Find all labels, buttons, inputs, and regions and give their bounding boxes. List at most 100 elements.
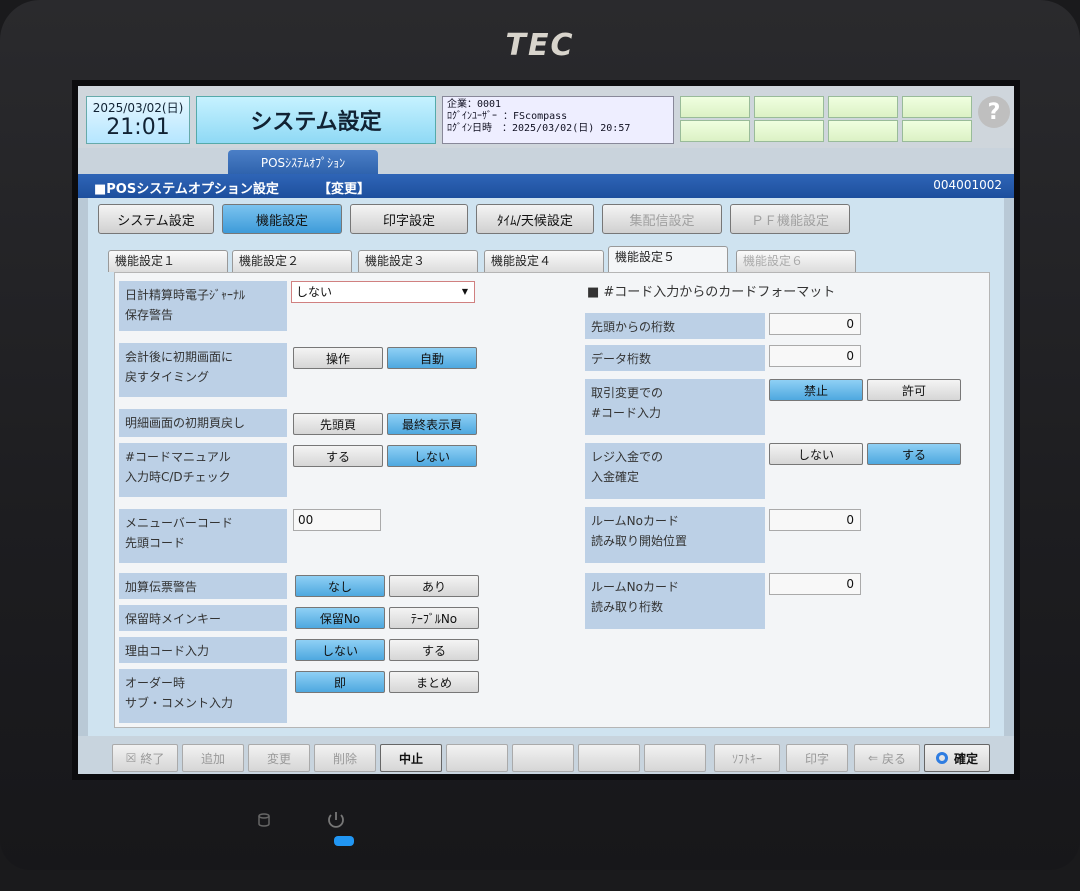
category-buttons: システム設定 機能設定 印字設定 ﾀｲﾑ/天候設定 集配信設定 ＰＦ機能設定 xyxy=(98,204,998,236)
hold-main-key-table-no-option[interactable]: ﾃｰﾌﾞﾙNo xyxy=(389,607,479,629)
print-button[interactable]: 印字 xyxy=(786,744,848,772)
section-title: ■POSシステムオプション設定 xyxy=(94,182,279,197)
order-comment-label: オーダー時 サブ・コメント入力 xyxy=(119,669,287,723)
label-line: ルームNoカード xyxy=(591,580,679,594)
time-weather-setting-button[interactable]: ﾀｲﾑ/天候設定 xyxy=(476,204,594,234)
label-line: 読み取り桁数 xyxy=(591,600,664,614)
tab-band xyxy=(78,148,1014,174)
function-key-bar: ☒ 終了 追加 変更 削除 中止 ｿﾌﾄｷｰ 印字 ⇐ 戻る 確定 xyxy=(78,736,1014,774)
arrow-left-icon: ⇐ xyxy=(867,751,879,765)
power-icon[interactable] xyxy=(328,812,344,828)
change-button[interactable]: 変更 xyxy=(248,744,310,772)
info-login-time: ﾛｸﾞｲﾝ日時 ：2025/03/02(日) 20:57 xyxy=(447,123,631,134)
detail-page-first-option[interactable]: 先頭頁 xyxy=(293,413,383,435)
back-button[interactable]: ⇐ 戻る xyxy=(854,744,920,772)
end-button[interactable]: ☒ 終了 xyxy=(112,744,178,772)
menu-bar-code-label: メニューバーコード 先頭コード xyxy=(119,509,287,563)
card-format-heading: ■ #コード入力からのカードフォーマット xyxy=(587,285,836,300)
info-user: ﾛｸﾞｲﾝﾕｰｻﾞｰ ：FScompass xyxy=(447,111,568,122)
trans-change-allow-option[interactable]: 許可 xyxy=(867,379,961,401)
return-timing-operation-option[interactable]: 操作 xyxy=(293,347,383,369)
blank-key[interactable] xyxy=(446,744,508,772)
delete-button[interactable]: 削除 xyxy=(314,744,376,772)
tab-function-6[interactable]: 機能設定６ xyxy=(736,250,856,272)
function-setting-button[interactable]: 機能設定 xyxy=(222,204,342,234)
blank-key[interactable] xyxy=(512,744,574,772)
order-comment-batch-option[interactable]: まとめ xyxy=(389,671,479,693)
menu-bar-code-input[interactable]: 00 xyxy=(293,509,381,531)
brand-logo: TEC xyxy=(505,28,575,63)
label-line: サブ・コメント入力 xyxy=(125,696,234,710)
detail-page-last-option[interactable]: 最終表示頁 xyxy=(387,413,477,435)
room-digits-input[interactable]: 0 xyxy=(769,573,861,595)
cd-check-no-option[interactable]: しない xyxy=(387,445,477,467)
datetime-box: 2025/03/02(日) 21:01 xyxy=(86,96,190,144)
journal-warning-label: 日計精算時電子ｼﾞｬｰﾅﾙ 保存警告 xyxy=(119,281,287,331)
back-label: 戻る xyxy=(882,751,907,766)
label-line: 読み取り開始位置 xyxy=(591,534,688,548)
label-line: 入力時C/Dチェック xyxy=(125,470,231,484)
tab-function-3[interactable]: 機能設定３ xyxy=(358,250,478,272)
tab-function-5[interactable]: 機能設定５ xyxy=(608,246,728,272)
cancel-button[interactable]: 中止 xyxy=(380,744,442,772)
confirm-button[interactable]: 確定 xyxy=(924,744,990,772)
data-digits-label: データ桁数 xyxy=(585,345,765,371)
blank-key[interactable] xyxy=(644,744,706,772)
system-setting-button[interactable]: システム設定 xyxy=(98,204,214,234)
add-slip-yes-option[interactable]: あり xyxy=(389,575,479,597)
register-deposit-yes-option[interactable]: する xyxy=(867,443,961,465)
help-icon[interactable]: ? xyxy=(978,96,1010,128)
from-head-digits-input[interactable]: 0 xyxy=(769,313,861,335)
journal-warning-select[interactable]: しない ▼ xyxy=(291,281,475,303)
mode-label: 【変更】 xyxy=(318,182,371,197)
label-line: 先頭コード xyxy=(125,536,186,550)
trans-change-prohibit-option[interactable]: 禁止 xyxy=(769,379,863,401)
tab-pos-system-option[interactable]: POSｼｽﾃﾑｵﾌﾟｼｮﾝ xyxy=(228,150,378,174)
register-deposit-label: レジ入金での 入金確定 xyxy=(585,443,765,499)
login-info: 企業：0001 ﾛｸﾞｲﾝﾕｰｻﾞｰ ：FScompass ﾛｸﾞｲﾝ日時 ：2… xyxy=(442,96,674,144)
reason-code-no-option[interactable]: しない xyxy=(295,639,385,661)
status-slot xyxy=(754,96,824,118)
return-timing-label: 会計後に初期画面に 戻すタイミング xyxy=(119,343,287,397)
room-start-input[interactable]: 0 xyxy=(769,509,861,531)
header-date: 2025/03/02(日) xyxy=(92,101,184,115)
reason-code-label: 理由コード入力 xyxy=(119,637,287,663)
select-value: しない xyxy=(296,285,333,299)
print-setting-button[interactable]: 印字設定 xyxy=(350,204,468,234)
status-bars xyxy=(680,96,976,144)
hold-main-key-hold-no-option[interactable]: 保留No xyxy=(295,607,385,629)
blank-key[interactable] xyxy=(578,744,640,772)
room-digits-label: ルームNoカード 読み取り桁数 xyxy=(585,573,765,629)
return-timing-auto-option[interactable]: 自動 xyxy=(387,347,477,369)
register-deposit-no-option[interactable]: しない xyxy=(769,443,863,465)
drive-icon xyxy=(258,813,270,827)
confirm-label: 確定 xyxy=(953,751,978,766)
data-digits-input[interactable]: 0 xyxy=(769,345,861,367)
hold-main-key-label: 保留時メインキー xyxy=(119,605,287,631)
label-line: 会計後に初期画面に xyxy=(125,350,234,364)
label-line: #コード入力 xyxy=(591,406,662,420)
screen-code: 004001002 xyxy=(933,178,1002,192)
label-line: #コードマニュアル xyxy=(125,450,231,464)
add-slip-none-option[interactable]: なし xyxy=(295,575,385,597)
softkey-button[interactable]: ｿﾌﾄｷｰ xyxy=(714,744,780,772)
sub-tabs: 機能設定１ 機能設定２ 機能設定３ 機能設定４ 機能設定５ 機能設定６ xyxy=(108,246,998,272)
tab-function-2[interactable]: 機能設定２ xyxy=(232,250,352,272)
reason-code-yes-option[interactable]: する xyxy=(389,639,479,661)
label-line: ルームNoカード xyxy=(591,514,679,528)
settings-panel: 日計精算時電子ｼﾞｬｰﾅﾙ 保存警告 しない ▼ 会計後に初期画面に 戻すタイミ… xyxy=(114,272,990,728)
pf-function-setting-button[interactable]: ＰＦ機能設定 xyxy=(730,204,850,234)
add-button[interactable]: 追加 xyxy=(182,744,244,772)
chevron-down-icon: ▼ xyxy=(461,287,468,296)
distribution-setting-button[interactable]: 集配信設定 xyxy=(602,204,722,234)
tab-function-1[interactable]: 機能設定１ xyxy=(108,250,228,272)
status-slot xyxy=(680,96,750,118)
section-bar: ■POSシステムオプション設定 【変更】 004001002 xyxy=(78,174,1014,198)
label-line: メニューバーコード xyxy=(125,516,233,530)
cd-check-yes-option[interactable]: する xyxy=(293,445,383,467)
close-icon: ☒ xyxy=(125,751,137,765)
tab-function-4[interactable]: 機能設定４ xyxy=(484,250,604,272)
header-time: 21:01 xyxy=(106,115,170,140)
circle-icon xyxy=(935,752,948,764)
order-comment-immediate-option[interactable]: 即 xyxy=(295,671,385,693)
